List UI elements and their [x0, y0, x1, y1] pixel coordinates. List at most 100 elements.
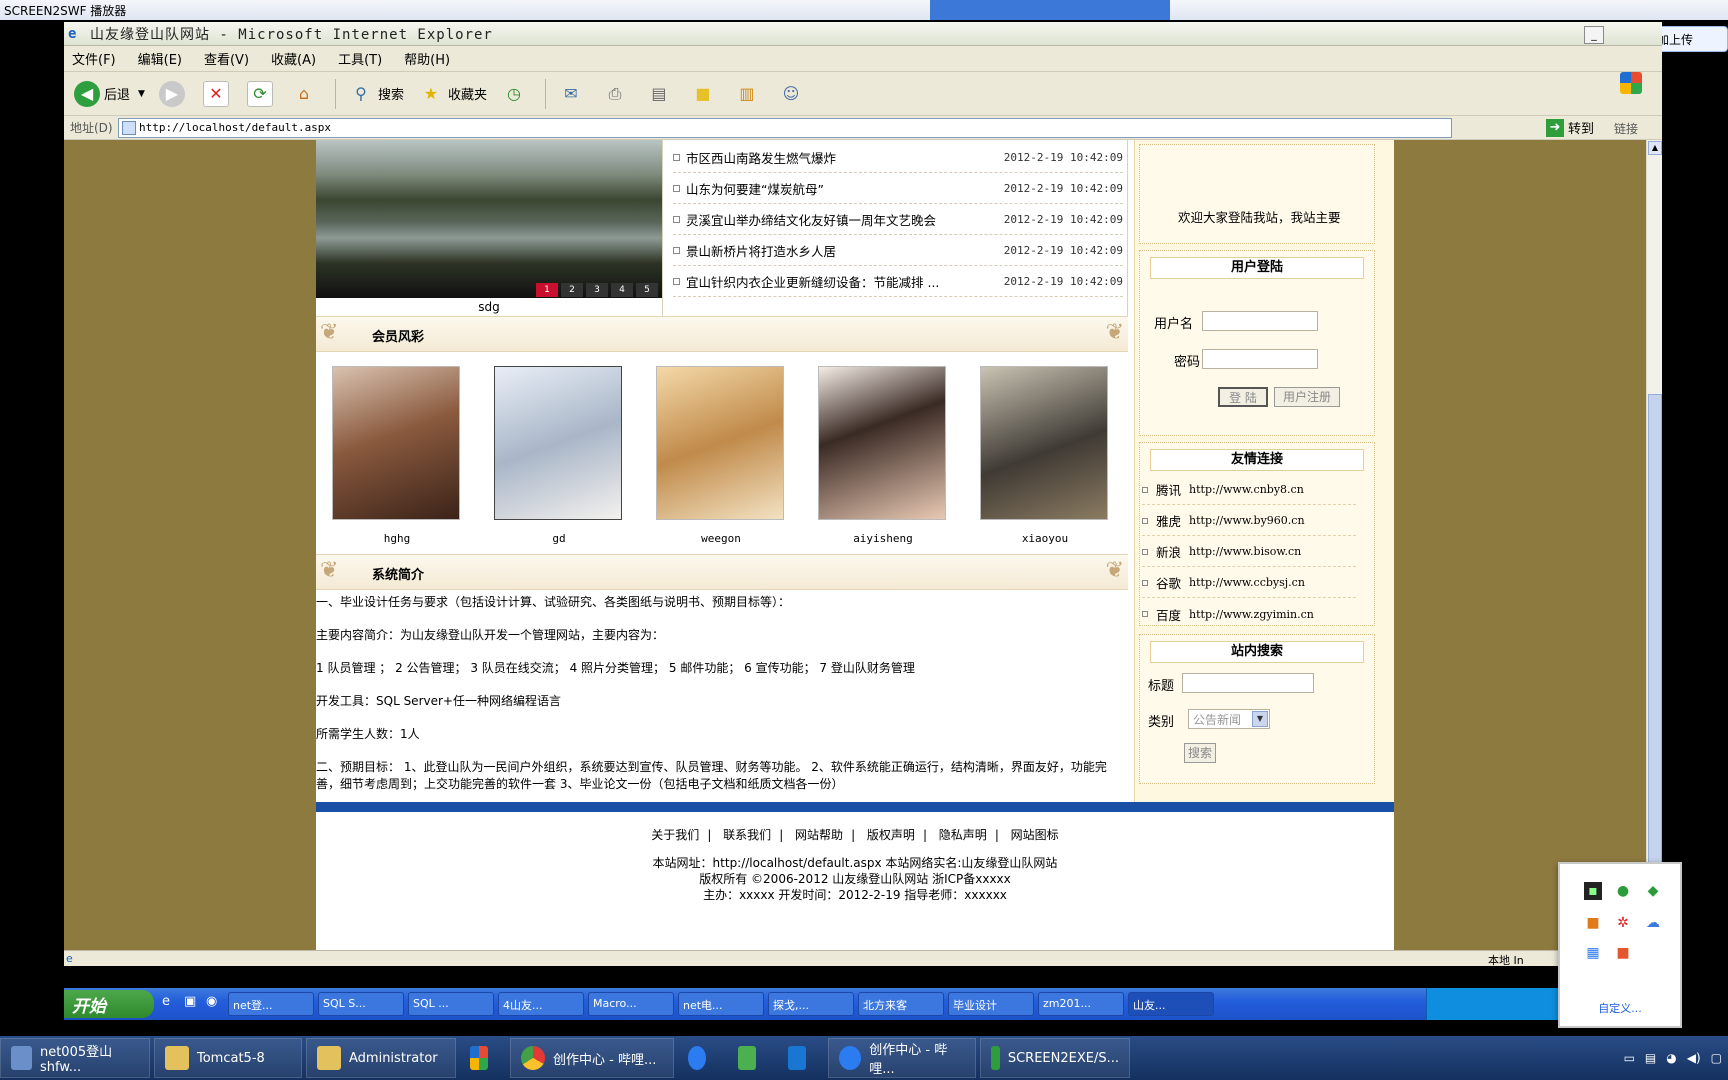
- grid-icon[interactable]: ▦: [1584, 944, 1602, 962]
- news-title[interactable]: 市区西山南路发生燃气爆炸: [686, 148, 1004, 167]
- taskbar-task[interactable]: 毕业设计: [948, 992, 1034, 1016]
- stop-button[interactable]: ✕: [202, 80, 233, 107]
- menu-favorites[interactable]: 收藏(A): [271, 49, 316, 68]
- quicklaunch-ie-icon[interactable]: e: [162, 994, 182, 1014]
- friend-link-name[interactable]: 新浪: [1156, 542, 1181, 561]
- host-task[interactable]: [778, 1038, 824, 1078]
- taskbar-task[interactable]: 4山友...: [498, 992, 584, 1016]
- news-item[interactable]: 宜山针织内衣企业更新缝纫设备：节能减排 ... 2012-2-19 10:42:…: [673, 267, 1123, 297]
- taskbar-task-active[interactable]: 山友...: [1128, 992, 1214, 1016]
- app-icon[interactable]: ■: [1584, 914, 1602, 932]
- news-item[interactable]: 市区西山南路发生燃气爆炸 2012-2-19 10:42:09: [673, 143, 1123, 173]
- back-dropdown-icon[interactable]: ▼: [138, 89, 145, 99]
- menu-file[interactable]: 文件(F): [72, 49, 116, 68]
- username-input[interactable]: [1202, 311, 1318, 331]
- menu-view[interactable]: 查看(V): [204, 49, 249, 68]
- member-card[interactable]: weegon: [656, 366, 786, 545]
- slider-page-1[interactable]: 1: [536, 283, 558, 297]
- host-task[interactable]: [460, 1038, 506, 1078]
- host-task[interactable]: SCREEN2EXE/S...: [980, 1038, 1130, 1078]
- quicklaunch-desktop-icon[interactable]: ▣: [184, 994, 204, 1014]
- start-button[interactable]: 开始: [64, 990, 154, 1018]
- host-task[interactable]: [728, 1038, 774, 1078]
- footer-link-copyright[interactable]: 版权声明: [867, 828, 915, 842]
- taskbar-task[interactable]: Macro...: [588, 992, 674, 1016]
- office-icon[interactable]: ■: [1614, 944, 1632, 962]
- friend-link-url[interactable]: http://www.ccbysj.cn: [1189, 576, 1305, 589]
- slider-page-4[interactable]: 4: [611, 283, 633, 297]
- customize-link[interactable]: 自定义...: [1560, 1000, 1680, 1016]
- refresh-button[interactable]: ⟳: [246, 80, 277, 107]
- friend-link-name[interactable]: 雅虎: [1156, 511, 1181, 530]
- news-title[interactable]: 景山新桥片将打造水乡人居: [686, 241, 1004, 260]
- slider-page-3[interactable]: 3: [586, 283, 608, 297]
- home-button[interactable]: ⌂: [291, 81, 321, 107]
- member-card[interactable]: xiaoyou: [980, 366, 1110, 545]
- member-card[interactable]: hghg: [332, 366, 462, 545]
- search-submit-button[interactable]: 搜索: [1184, 743, 1216, 763]
- messenger-button[interactable]: ☺: [778, 81, 808, 107]
- search-title-input[interactable]: [1182, 673, 1314, 693]
- taskbar-task[interactable]: zm201...: [1038, 992, 1124, 1016]
- go-button[interactable]: ➜ 转到: [1546, 118, 1594, 137]
- news-title[interactable]: 宜山针织内衣企业更新缝纫设备：节能减排 ...: [686, 272, 1004, 291]
- qq-icon[interactable]: ◕: [1666, 1051, 1676, 1065]
- minimize-button[interactable]: _: [1584, 26, 1604, 44]
- register-button[interactable]: 用户注册: [1274, 387, 1340, 407]
- friend-link[interactable]: 雅虎 http://www.by960.cn: [1142, 506, 1356, 536]
- news-item[interactable]: 景山新桥片将打造水乡人居 2012-2-19 10:42:09: [673, 236, 1123, 266]
- notification-icon[interactable]: ▢: [1711, 1051, 1722, 1065]
- research-button[interactable]: ▥: [734, 81, 764, 107]
- member-photo[interactable]: [818, 366, 946, 520]
- news-title[interactable]: 灵溪宜山举办缔结文化友好镇一周年文艺晚会: [686, 210, 1004, 229]
- forward-button[interactable]: ▶: [158, 80, 189, 107]
- host-task[interactable]: Administrator: [306, 1038, 456, 1078]
- category-select[interactable]: 公告新闻 ▼: [1188, 709, 1270, 729]
- friend-link[interactable]: 新浪 http://www.bisow.cn: [1142, 537, 1356, 567]
- news-item[interactable]: 山东为何要建“煤炭航母” 2012-2-19 10:42:09: [673, 174, 1123, 204]
- cloud-icon[interactable]: ☁: [1644, 914, 1662, 932]
- taskbar-task[interactable]: SQL ...: [408, 992, 494, 1016]
- host-task[interactable]: 创作中心 - 哔哩...: [510, 1038, 674, 1078]
- friend-link-name[interactable]: 谷歌: [1156, 573, 1181, 592]
- taskbar-task[interactable]: net登...: [228, 992, 314, 1016]
- edit-button[interactable]: ▤: [646, 81, 676, 107]
- member-card[interactable]: gd: [494, 366, 624, 545]
- friend-link-url[interactable]: http://www.by960.cn: [1189, 514, 1305, 527]
- mail-button[interactable]: ✉: [558, 81, 588, 107]
- taskbar-task[interactable]: 探戈,...: [768, 992, 854, 1016]
- taskbar-task[interactable]: SQL S...: [318, 992, 404, 1016]
- login-button[interactable]: 登 陆: [1218, 387, 1268, 407]
- member-photo[interactable]: [980, 366, 1108, 520]
- wechat-icon[interactable]: ●: [1614, 882, 1632, 900]
- footer-link-privacy[interactable]: 隐私声明: [939, 828, 987, 842]
- favorites-button[interactable]: ★ 收藏夹: [418, 81, 487, 107]
- slider-page-2[interactable]: 2: [561, 283, 583, 297]
- host-task[interactable]: net005登山shfw...: [0, 1038, 150, 1078]
- menu-edit[interactable]: 编辑(E): [138, 49, 182, 68]
- print-button[interactable]: ⎙: [602, 81, 632, 107]
- footer-link-help[interactable]: 网站帮助: [795, 828, 843, 842]
- host-task[interactable]: Tomcat5-8: [154, 1038, 302, 1078]
- host-task[interactable]: 创作中心 - 哔哩...: [828, 1038, 976, 1078]
- scroll-thumb[interactable]: [1648, 394, 1662, 914]
- nvidia-icon[interactable]: ▪: [1584, 882, 1602, 900]
- back-button[interactable]: ◀ 后退 ▼: [74, 80, 145, 107]
- history-button[interactable]: ◷: [501, 81, 531, 107]
- friend-link-url[interactable]: http://www.bisow.cn: [1189, 545, 1301, 558]
- slider-photo[interactable]: [316, 140, 662, 298]
- quicklaunch-media-icon[interactable]: ◉: [206, 994, 226, 1014]
- gear-icon[interactable]: ✲: [1614, 914, 1632, 932]
- friend-link-url[interactable]: http://www.cnby8.cn: [1189, 483, 1304, 496]
- friend-link[interactable]: 百度 http://www.zgyimin.cn: [1142, 599, 1356, 629]
- menu-tools[interactable]: 工具(T): [338, 49, 382, 68]
- friend-link-name[interactable]: 腾讯: [1156, 480, 1181, 499]
- member-photo[interactable]: [332, 366, 460, 520]
- scroll-up-arrow-icon[interactable]: ▲: [1648, 141, 1662, 155]
- footer-link-about[interactable]: 关于我们: [651, 828, 699, 842]
- footer-link-contact[interactable]: 联系我们: [723, 828, 771, 842]
- keyboard-icon[interactable]: ▭: [1624, 1051, 1635, 1065]
- member-card[interactable]: aiyisheng: [818, 366, 948, 545]
- links-button[interactable]: 链接: [1614, 120, 1638, 137]
- chevron-down-icon[interactable]: ▼: [1252, 711, 1268, 727]
